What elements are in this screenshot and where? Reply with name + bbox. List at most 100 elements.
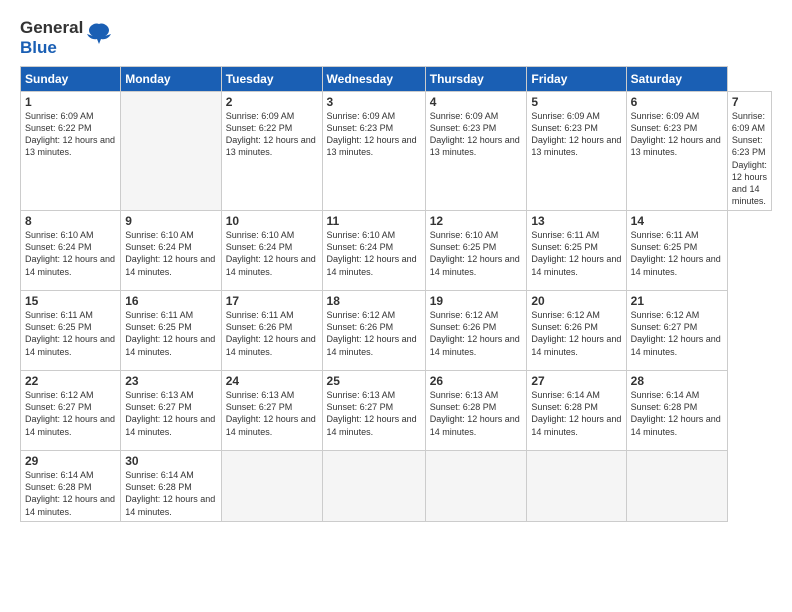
day-info: Sunrise: 6:11 AMSunset: 6:25 PMDaylight:… — [631, 230, 721, 276]
day-info: Sunrise: 6:09 AMSunset: 6:22 PMDaylight:… — [25, 111, 115, 157]
day-num: 30 — [125, 454, 217, 468]
day-num: 3 — [327, 95, 421, 109]
day-num: 7 — [732, 95, 767, 109]
logo-bird-icon — [85, 20, 113, 53]
day-num: 1 — [25, 95, 116, 109]
day-info: Sunrise: 6:09 AMSunset: 6:23 PMDaylight:… — [327, 111, 417, 157]
week-row-1: 1 Sunrise: 6:09 AMSunset: 6:22 PMDaylight… — [21, 92, 772, 211]
day-num: 2 — [226, 95, 318, 109]
logo-blue: Blue — [20, 38, 83, 58]
day-num: 23 — [125, 374, 217, 388]
day-num: 5 — [531, 95, 621, 109]
day-cell-18: 18 Sunrise: 6:12 AMSunset: 6:26 PMDayligh… — [322, 291, 425, 371]
day-info: Sunrise: 6:11 AMSunset: 6:25 PMDaylight:… — [531, 230, 621, 276]
week-row-3: 15 Sunrise: 6:11 AMSunset: 6:25 PMDayligh… — [21, 291, 772, 371]
day-cell-12: 12 Sunrise: 6:10 AMSunset: 6:25 PMDayligh… — [425, 211, 527, 291]
day-cell-29: 29 Sunrise: 6:14 AMSunset: 6:28 PMDayligh… — [21, 451, 121, 522]
day-num: 25 — [327, 374, 421, 388]
day-info: Sunrise: 6:12 AMSunset: 6:26 PMDaylight:… — [531, 310, 621, 356]
day-info: Sunrise: 6:10 AMSunset: 6:24 PMDaylight:… — [25, 230, 115, 276]
day-info: Sunrise: 6:12 AMSunset: 6:27 PMDaylight:… — [25, 390, 115, 436]
day-info: Sunrise: 6:09 AMSunset: 6:23 PMDaylight:… — [531, 111, 621, 157]
day-num: 17 — [226, 294, 318, 308]
header: General Blue — [20, 18, 772, 58]
day-info: Sunrise: 6:13 AMSunset: 6:27 PMDaylight:… — [327, 390, 417, 436]
day-info: Sunrise: 6:11 AMSunset: 6:25 PMDaylight:… — [25, 310, 115, 356]
day-num: 10 — [226, 214, 318, 228]
week-row-4: 22 Sunrise: 6:12 AMSunset: 6:27 PMDayligh… — [21, 371, 772, 451]
day-num: 11 — [327, 214, 421, 228]
calendar-header-row: SundayMondayTuesdayWednesdayThursdayFrid… — [21, 67, 772, 92]
day-cell-27: 27 Sunrise: 6:14 AMSunset: 6:28 PMDayligh… — [527, 371, 626, 451]
day-num: 13 — [531, 214, 621, 228]
day-num: 20 — [531, 294, 621, 308]
day-cell-13: 13 Sunrise: 6:11 AMSunset: 6:25 PMDayligh… — [527, 211, 626, 291]
day-num: 12 — [430, 214, 523, 228]
day-info: Sunrise: 6:09 AMSunset: 6:23 PMDaylight:… — [430, 111, 520, 157]
day-cell-7: 7 Sunrise: 6:09 AMSunset: 6:23 PMDaylight… — [727, 92, 771, 211]
day-cell-15: 15 Sunrise: 6:11 AMSunset: 6:25 PMDayligh… — [21, 291, 121, 371]
day-cell-17: 17 Sunrise: 6:11 AMSunset: 6:26 PMDayligh… — [221, 291, 322, 371]
day-info: Sunrise: 6:10 AMSunset: 6:24 PMDaylight:… — [125, 230, 215, 276]
day-info: Sunrise: 6:11 AMSunset: 6:25 PMDaylight:… — [125, 310, 215, 356]
day-num: 14 — [631, 214, 723, 228]
day-info: Sunrise: 6:14 AMSunset: 6:28 PMDaylight:… — [631, 390, 721, 436]
day-num: 24 — [226, 374, 318, 388]
day-info: Sunrise: 6:10 AMSunset: 6:24 PMDaylight:… — [327, 230, 417, 276]
day-num: 15 — [25, 294, 116, 308]
logo-general: General — [20, 18, 83, 38]
day-cell-2: 2 Sunrise: 6:09 AMSunset: 6:22 PMDaylight… — [221, 92, 322, 211]
col-header-sunday: Sunday — [21, 67, 121, 92]
day-cell-16: 16Sunrise: 6:11 AMSunset: 6:25 PMDayligh… — [121, 291, 222, 371]
day-cell-empty-4-3 — [322, 451, 425, 522]
day-num: 4 — [430, 95, 523, 109]
day-cell-1: 1 Sunrise: 6:09 AMSunset: 6:22 PMDaylight… — [21, 92, 121, 211]
day-info: Sunrise: 6:13 AMSunset: 6:28 PMDaylight:… — [430, 390, 520, 436]
day-info: Sunrise: 6:14 AMSunset: 6:28 PMDaylight:… — [25, 470, 115, 516]
col-header-thursday: Thursday — [425, 67, 527, 92]
day-num: 21 — [631, 294, 723, 308]
day-info: Sunrise: 6:12 AMSunset: 6:26 PMDaylight:… — [327, 310, 417, 356]
day-cell-10: 10Sunrise: 6:10 AMSunset: 6:24 PMDayligh… — [221, 211, 322, 291]
day-cell-empty-0 — [121, 92, 222, 211]
col-header-wednesday: Wednesday — [322, 67, 425, 92]
day-cell-20: 20 Sunrise: 6:12 AMSunset: 6:26 PMDayligh… — [527, 291, 626, 371]
day-cell-3: 3 Sunrise: 6:09 AMSunset: 6:23 PMDaylight… — [322, 92, 425, 211]
day-num: 22 — [25, 374, 116, 388]
day-num: 6 — [631, 95, 723, 109]
day-cell-24: 24Sunrise: 6:13 AMSunset: 6:27 PMDayligh… — [221, 371, 322, 451]
day-cell-6: 6 Sunrise: 6:09 AMSunset: 6:23 PMDaylight… — [626, 92, 727, 211]
day-info: Sunrise: 6:09 AMSunset: 6:23 PMDaylight:… — [732, 111, 767, 206]
day-num: 29 — [25, 454, 116, 468]
col-header-tuesday: Tuesday — [221, 67, 322, 92]
day-info: Sunrise: 6:13 AMSunset: 6:27 PMDaylight:… — [125, 390, 215, 436]
day-cell-empty-4-4 — [425, 451, 527, 522]
day-cell-19: 19Sunrise: 6:12 AMSunset: 6:26 PMDayligh… — [425, 291, 527, 371]
day-info: Sunrise: 6:09 AMSunset: 6:22 PMDaylight:… — [226, 111, 316, 157]
day-cell-28: 28Sunrise: 6:14 AMSunset: 6:28 PMDayligh… — [626, 371, 727, 451]
day-num: 27 — [531, 374, 621, 388]
day-cell-9: 9Sunrise: 6:10 AMSunset: 6:24 PMDaylight… — [121, 211, 222, 291]
calendar-table: SundayMondayTuesdayWednesdayThursdayFrid… — [20, 66, 772, 522]
day-info: Sunrise: 6:11 AMSunset: 6:26 PMDaylight:… — [226, 310, 316, 356]
day-cell-5: 5 Sunrise: 6:09 AMSunset: 6:23 PMDaylight… — [527, 92, 626, 211]
day-num: 8 — [25, 214, 116, 228]
day-cell-26: 26Sunrise: 6:13 AMSunset: 6:28 PMDayligh… — [425, 371, 527, 451]
day-info: Sunrise: 6:10 AMSunset: 6:25 PMDaylight:… — [430, 230, 520, 276]
day-cell-21: 21Sunrise: 6:12 AMSunset: 6:27 PMDayligh… — [626, 291, 727, 371]
day-num: 18 — [327, 294, 421, 308]
day-info: Sunrise: 6:14 AMSunset: 6:28 PMDaylight:… — [125, 470, 215, 516]
col-header-monday: Monday — [121, 67, 222, 92]
day-cell-4: 4 Sunrise: 6:09 AMSunset: 6:23 PMDaylight… — [425, 92, 527, 211]
day-cell-30: 30 Sunrise: 6:14 AMSunset: 6:28 PMDayligh… — [121, 451, 222, 522]
day-cell-empty-4-5 — [527, 451, 626, 522]
week-row-2: 8 Sunrise: 6:10 AMSunset: 6:24 PMDaylight… — [21, 211, 772, 291]
day-info: Sunrise: 6:12 AMSunset: 6:26 PMDaylight:… — [430, 310, 520, 356]
day-cell-11: 11 Sunrise: 6:10 AMSunset: 6:24 PMDayligh… — [322, 211, 425, 291]
day-info: Sunrise: 6:14 AMSunset: 6:28 PMDaylight:… — [531, 390, 621, 436]
day-cell-8: 8 Sunrise: 6:10 AMSunset: 6:24 PMDaylight… — [21, 211, 121, 291]
day-info: Sunrise: 6:09 AMSunset: 6:23 PMDaylight:… — [631, 111, 721, 157]
day-cell-25: 25 Sunrise: 6:13 AMSunset: 6:27 PMDayligh… — [322, 371, 425, 451]
page: General Blue SundayMondayTuesdayWednesda… — [0, 0, 792, 612]
logo-text: General Blue — [20, 18, 83, 58]
